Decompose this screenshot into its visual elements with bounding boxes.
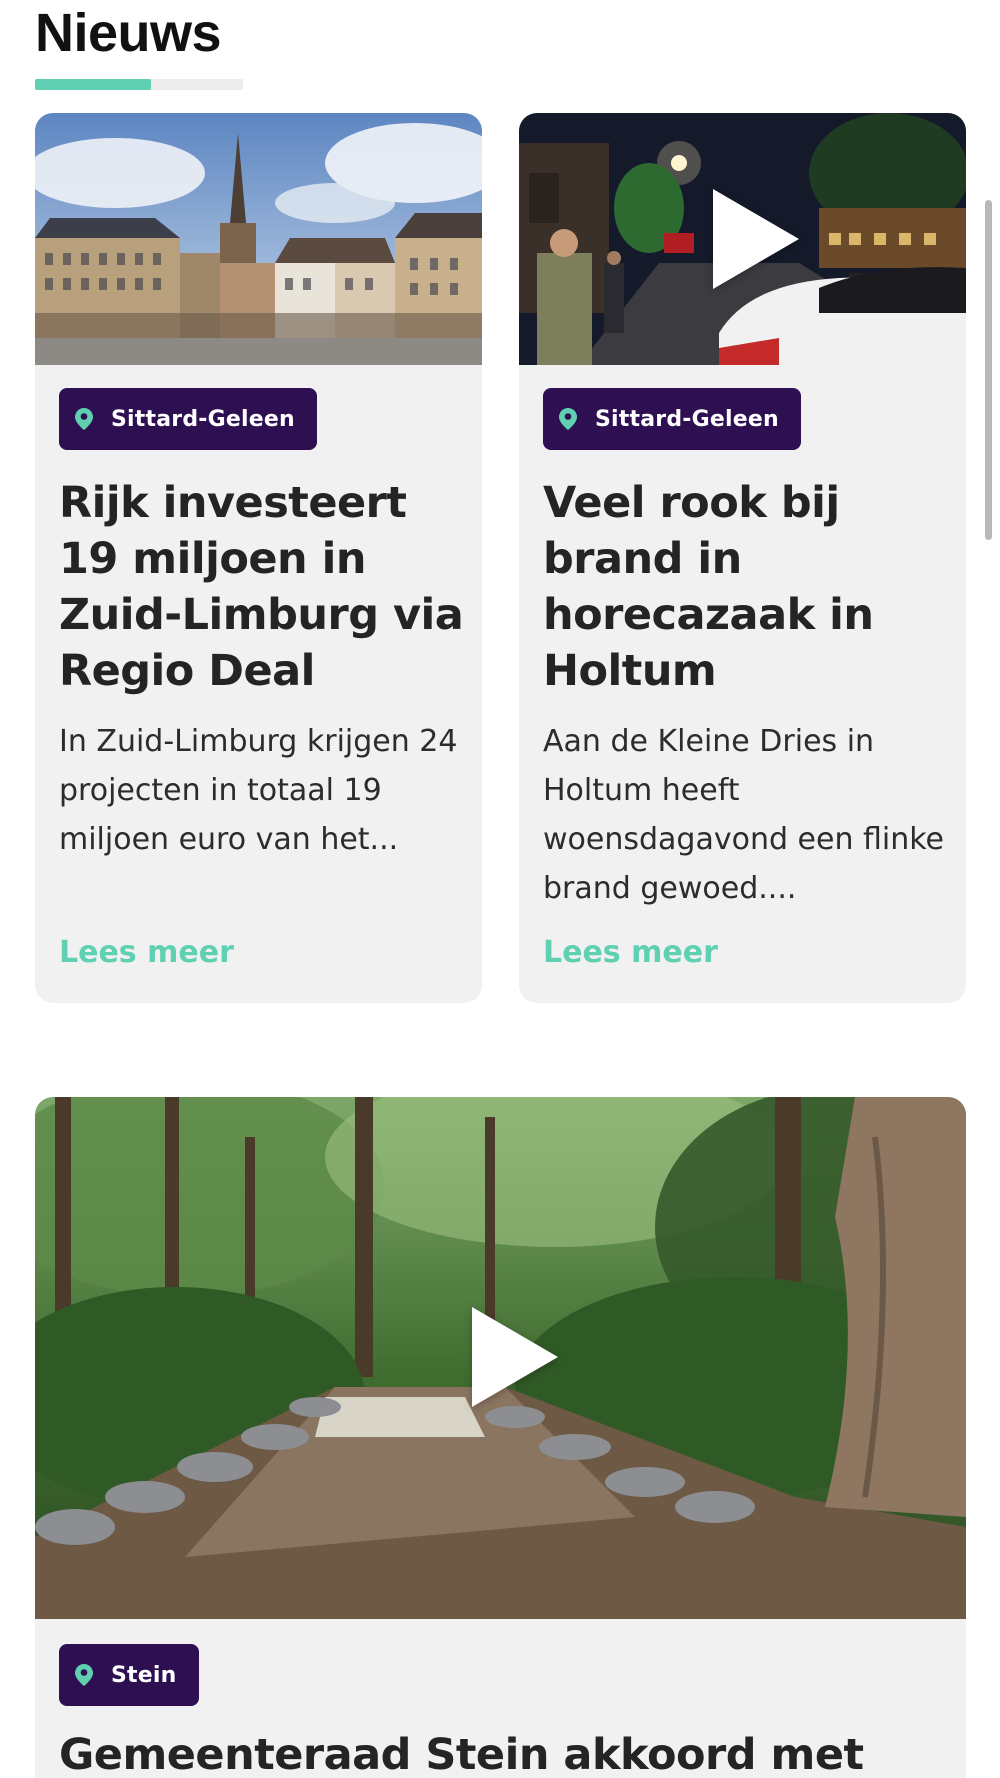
location-label: Sittard-Geleen xyxy=(111,406,295,432)
location-pin-icon xyxy=(75,1664,93,1686)
article-summary: Aan de Kleine Dries in Holtum heeft woen… xyxy=(543,724,945,906)
play-icon[interactable] xyxy=(472,1307,558,1407)
town-square-photo xyxy=(35,113,482,365)
news-card-image-night-fire[interactable] xyxy=(519,113,966,365)
section-title: Nieuws xyxy=(35,3,222,63)
news-card[interactable]: Stein Gemeenteraad Stein akkoord met xyxy=(35,1097,966,1778)
read-more-link[interactable]: Lees meer xyxy=(543,935,718,970)
location-pin-icon xyxy=(559,408,577,430)
news-card-image-town-square[interactable] xyxy=(35,113,482,365)
section-title-underline xyxy=(35,79,243,90)
news-card-image-forest-path[interactable] xyxy=(35,1097,966,1619)
article-title[interactable]: Veel rook bij brand in horecazaak in Hol… xyxy=(543,475,948,699)
location-label: Stein xyxy=(111,1662,177,1688)
article-summary: In Zuid-Limburg krijgen 24 projecten in … xyxy=(59,724,458,857)
location-badge[interactable]: Sittard-Geleen xyxy=(543,388,801,450)
location-badge[interactable]: Stein xyxy=(59,1644,199,1706)
play-icon[interactable] xyxy=(713,189,799,289)
news-card[interactable]: Sittard-Geleen Rijk investeert 19 miljoe… xyxy=(35,113,482,1003)
article-title[interactable]: Rijk investeert 19 miljoen in Zuid-Limbu… xyxy=(59,475,464,699)
location-pin-icon xyxy=(75,408,93,430)
news-page: Nieuws Sittard-Geleen Rijk investeert 19… xyxy=(0,0,1000,1778)
section-title-underline-fill xyxy=(35,79,152,90)
article-title[interactable]: Gemeenteraad Stein akkoord met xyxy=(59,1727,948,1778)
read-more-link[interactable]: Lees meer xyxy=(59,935,234,970)
location-badge[interactable]: Sittard-Geleen xyxy=(59,388,317,450)
news-card[interactable]: Sittard-Geleen Veel rook bij brand in ho… xyxy=(519,113,966,1003)
scrollbar[interactable] xyxy=(985,200,992,540)
location-label: Sittard-Geleen xyxy=(595,406,779,432)
